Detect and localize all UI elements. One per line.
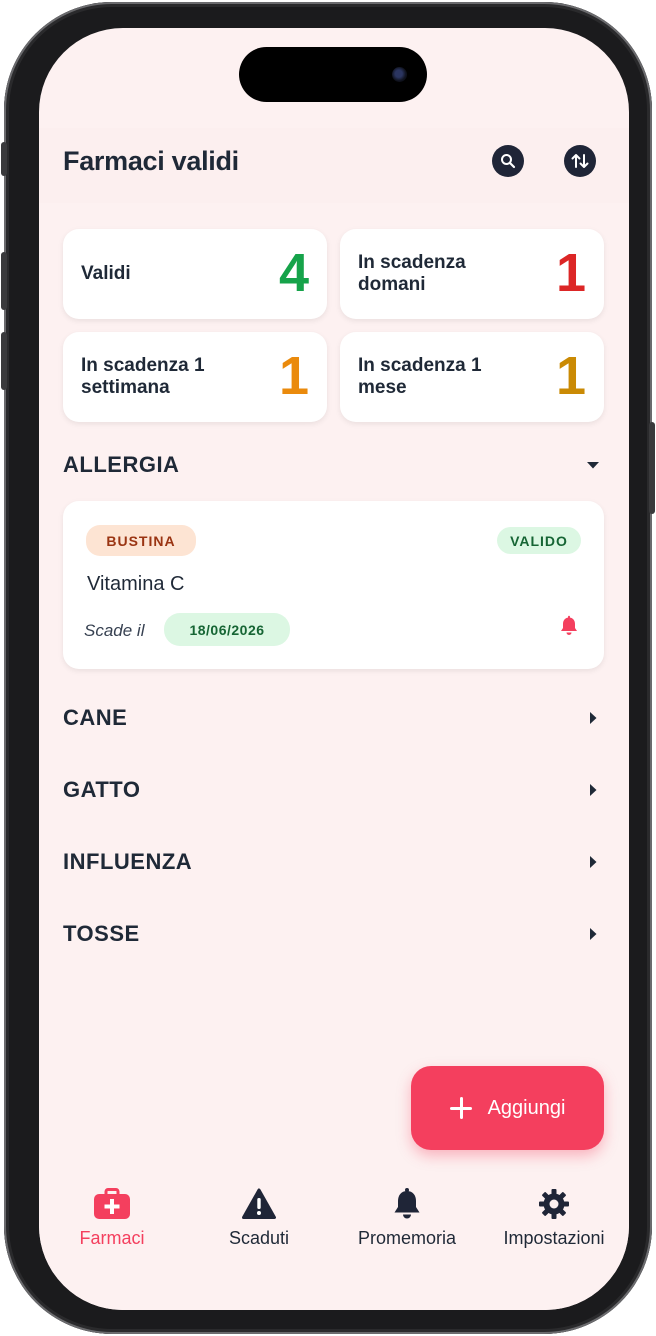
bell-icon [388, 1186, 426, 1222]
gear-icon [535, 1186, 573, 1222]
volume-down-button [1, 332, 7, 390]
nav-item-farmaci[interactable]: Farmaci [42, 1186, 182, 1249]
section-header-allergia[interactable]: ALLERGIA [63, 445, 603, 485]
nav-label: Farmaci [79, 1228, 145, 1248]
power-button [649, 422, 655, 514]
section-title: INFLUENZA [63, 849, 193, 874]
warning-icon [240, 1186, 278, 1222]
stat-value: 4 [278, 243, 309, 303]
stat-label: Validi [81, 263, 131, 284]
stat-card-expiring-month[interactable]: In scadenza 1 mese 1 [340, 332, 604, 422]
dynamic-island [239, 47, 427, 102]
chevron-right-icon [583, 924, 603, 944]
chevron-down-icon [583, 455, 603, 475]
stat-label: In scadenza domani [358, 252, 466, 295]
phone-frame: Farmaci validi Validi 4 In scadenza doma… [1, 2, 655, 1334]
stat-value: 1 [555, 346, 586, 406]
medicine-card[interactable]: BUSTINA VALIDO Vitamina C Scade il 18/06… [63, 501, 604, 669]
expiry-label: Scade il [84, 621, 145, 640]
chevron-right-icon [583, 780, 603, 800]
section-header-cane[interactable]: CANE [63, 698, 603, 738]
mute-switch [1, 142, 7, 176]
bottom-navigation: Farmaci Scaduti Promemoria Impostazioni [39, 1174, 629, 1310]
nav-label: Impostazioni [503, 1228, 605, 1248]
nav-item-impostazioni[interactable]: Impostazioni [484, 1186, 624, 1249]
nav-item-scaduti[interactable]: Scaduti [189, 1186, 329, 1249]
chevron-right-icon [583, 708, 603, 728]
chevron-right-icon [583, 852, 603, 872]
section-header-gatto[interactable]: GATTO [63, 770, 603, 810]
stat-value: 1 [555, 243, 586, 303]
nav-label: Scaduti [228, 1228, 290, 1248]
medkit-icon [93, 1186, 131, 1222]
search-button[interactable] [492, 145, 524, 177]
nav-item-promemoria[interactable]: Promemoria [337, 1186, 477, 1249]
app-header: Farmaci validi [39, 128, 629, 203]
section-title: CANE [63, 705, 128, 730]
stat-card-expiring-week[interactable]: In scadenza 1 settimana 1 [63, 332, 327, 422]
stat-card-valid[interactable]: Validi 4 [63, 229, 327, 319]
stat-value: 1 [278, 346, 309, 406]
screen: Farmaci validi Validi 4 In scadenza doma… [39, 28, 629, 1310]
stat-label: In scadenza 1 mese [358, 355, 482, 398]
section-header-influenza[interactable]: INFLUENZA [63, 842, 603, 882]
stat-label: In scadenza 1 settimana [81, 355, 205, 398]
section-header-tosse[interactable]: TOSSE [63, 914, 603, 954]
section-title: GATTO [63, 777, 141, 802]
section-title: ALLERGIA [63, 452, 180, 477]
expiry-date-badge: 18/06/2026 [164, 613, 290, 646]
add-button-label: Aggiungi [487, 1096, 566, 1119]
medicine-name: Vitamina C [87, 573, 185, 595]
reminder-bell-icon[interactable] [558, 615, 580, 637]
status-badge: VALIDO [497, 527, 581, 554]
camera-icon [392, 67, 407, 82]
section-title: TOSSE [63, 921, 140, 946]
stat-card-expiring-tomorrow[interactable]: In scadenza domani 1 [340, 229, 604, 319]
add-button[interactable]: Aggiungi [411, 1066, 604, 1150]
medicine-type-badge: BUSTINA [86, 525, 196, 556]
search-icon [501, 154, 516, 169]
plus-icon [449, 1097, 472, 1119]
nav-label: Promemoria [357, 1228, 457, 1248]
sort-arrows-icon [571, 154, 589, 168]
page-title: Farmaci validi [63, 146, 239, 176]
sort-button[interactable] [564, 145, 596, 177]
volume-up-button [1, 252, 7, 310]
